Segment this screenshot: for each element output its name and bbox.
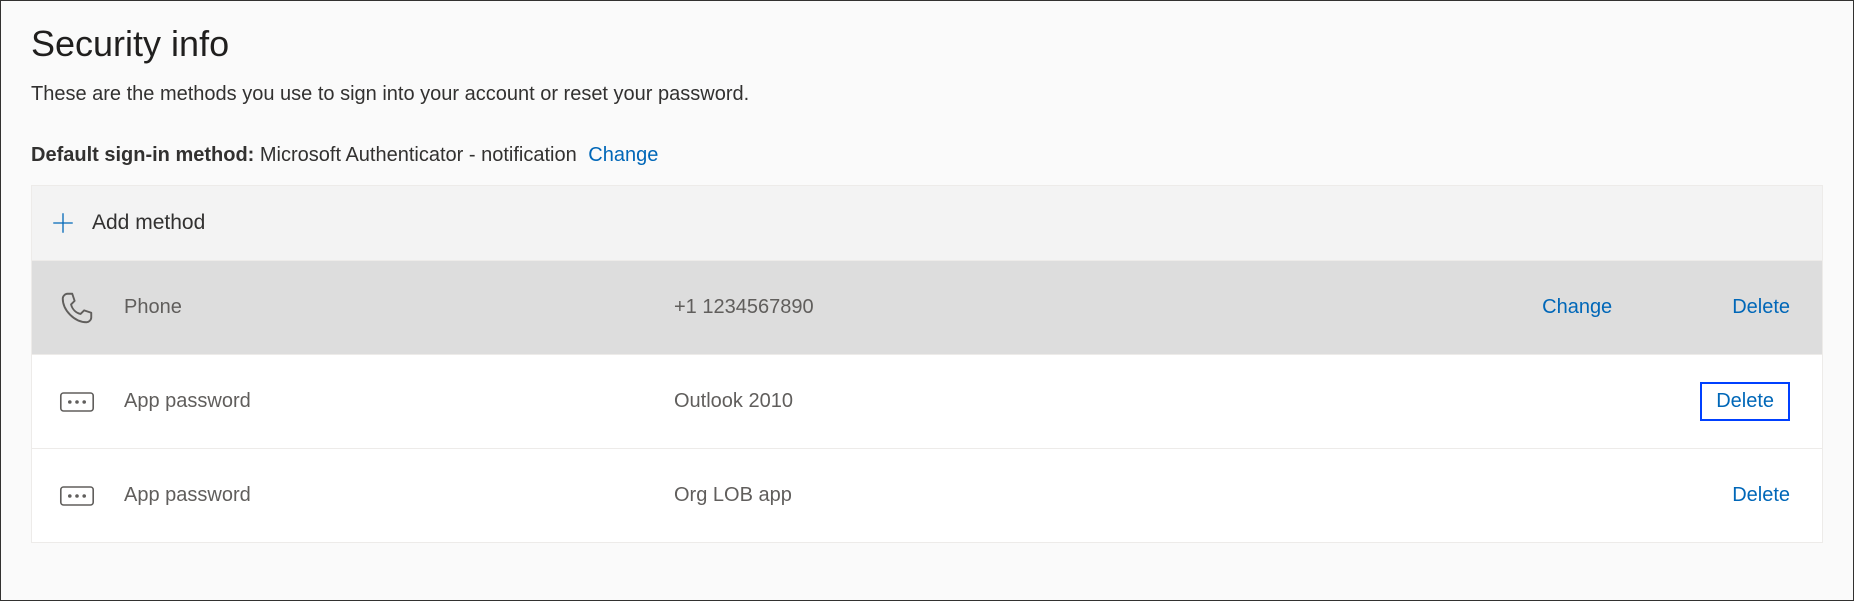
- phone-icon: [54, 285, 100, 331]
- plus-icon: [46, 206, 80, 240]
- change-link[interactable]: Change: [1542, 296, 1612, 319]
- method-type: Phone: [124, 296, 674, 319]
- method-actions: Change Delete: [1542, 296, 1800, 319]
- default-method-value: Microsoft Authenticator - notification: [260, 144, 577, 166]
- app-password-icon: [54, 473, 100, 519]
- method-type: App password: [124, 484, 674, 507]
- change-default-link[interactable]: Change: [588, 144, 658, 166]
- page-subtitle: These are the methods you use to sign in…: [31, 83, 1823, 106]
- method-row-app-password: App password Outlook 2010 Delete: [32, 354, 1822, 448]
- page-title: Security info: [31, 23, 1823, 65]
- method-type: App password: [124, 390, 674, 413]
- method-actions: Delete: [1700, 382, 1800, 421]
- method-actions: Delete: [1732, 484, 1800, 507]
- security-info-panel: Security info These are the methods you …: [0, 0, 1854, 601]
- method-value: Outlook 2010: [674, 390, 1700, 413]
- methods-table: Add method Phone +1 1234567890 Change De…: [31, 185, 1823, 543]
- method-value: +1 1234567890: [674, 296, 1542, 319]
- method-row-app-password: App password Org LOB app Delete: [32, 448, 1822, 542]
- method-row-phone: Phone +1 1234567890 Change Delete: [32, 260, 1822, 354]
- default-method-label: Default sign-in method:: [31, 144, 254, 166]
- method-value: Org LOB app: [674, 484, 1732, 507]
- delete-link[interactable]: Delete: [1732, 484, 1790, 507]
- add-method-button[interactable]: Add method: [32, 186, 1822, 260]
- default-method-row: Default sign-in method: Microsoft Authen…: [31, 144, 1823, 167]
- delete-link[interactable]: Delete: [1732, 296, 1790, 319]
- add-method-label: Add method: [92, 211, 205, 235]
- delete-link[interactable]: Delete: [1700, 382, 1790, 421]
- app-password-icon: [54, 379, 100, 425]
